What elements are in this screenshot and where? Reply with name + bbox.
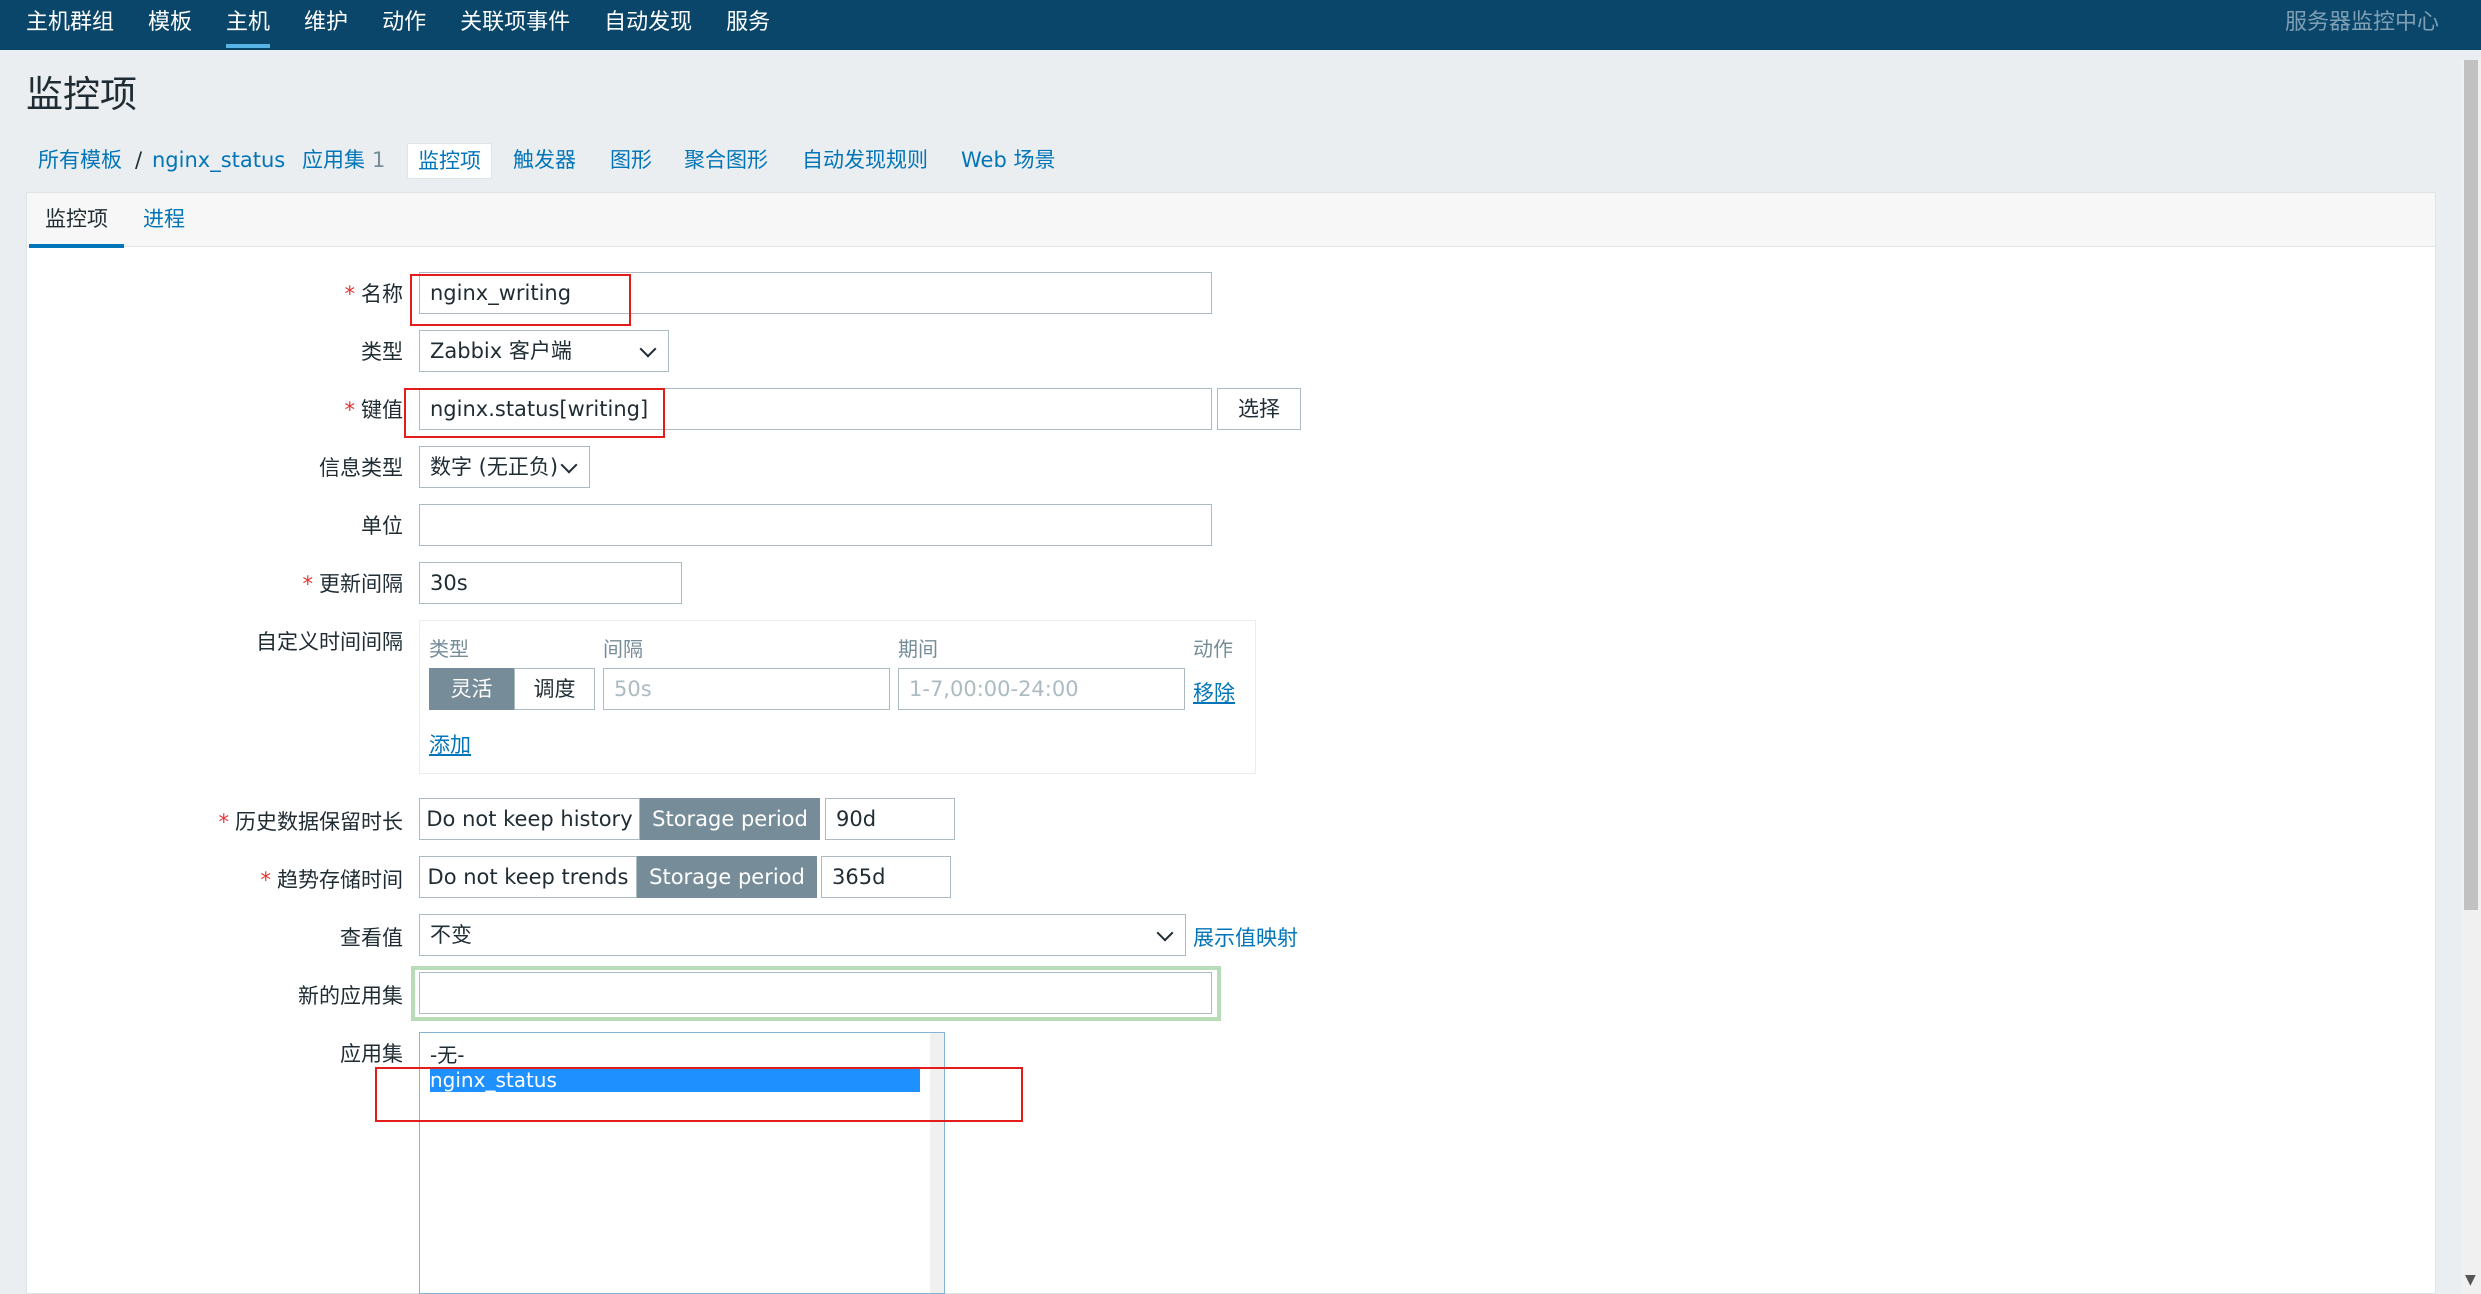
custom-period-input[interactable]: 1-7,00:00-24:00 xyxy=(898,668,1185,710)
type-label: 类型 xyxy=(361,340,403,364)
trends-storage-toggle[interactable]: Storage period xyxy=(637,856,817,898)
tab-web-scenarios[interactable]: Web 场景 xyxy=(961,143,1055,177)
custom-interval-input[interactable]: 50s xyxy=(603,668,890,710)
menu-hosts[interactable]: 主机 xyxy=(226,0,271,50)
trends-period-input[interactable]: 365d xyxy=(821,856,951,898)
show-valuemap-link[interactable]: 展示值映射 xyxy=(1193,922,1298,952)
key-label: * 键值 xyxy=(344,398,404,422)
scroll-down-icon[interactable]: ▼ xyxy=(2465,1272,2476,1288)
menu-templates[interactable]: 模板 xyxy=(148,0,192,50)
update-interval-label: * 更新间隔 xyxy=(302,572,404,596)
page-scrollbar-thumb[interactable] xyxy=(2464,60,2478,910)
info-type-label: 信息类型 xyxy=(319,456,403,480)
valuemap-label: 查看值 xyxy=(340,926,403,950)
name-label: * 名称 xyxy=(344,282,404,306)
new-application-input[interactable] xyxy=(419,972,1212,1014)
tab-discovery-rules[interactable]: 自动发现规则 xyxy=(802,143,928,177)
custom-col-interval: 间隔 xyxy=(603,637,643,661)
page-scrollbar[interactable]: ▼ xyxy=(2461,60,2481,1294)
history-label: * 历史数据保留时长 xyxy=(218,810,404,834)
history-period-input[interactable]: 90d xyxy=(825,798,955,840)
custom-col-type: 类型 xyxy=(429,637,469,661)
flexible-toggle[interactable]: 灵活 xyxy=(429,668,514,710)
custom-col-period: 期间 xyxy=(898,637,938,661)
tab-applications[interactable]: 应用集 xyxy=(302,143,365,177)
breadcrumb-all-templates[interactable]: 所有模板 xyxy=(38,143,122,177)
custom-intervals-label: 自定义时间间隔 xyxy=(256,630,403,654)
update-interval-input[interactable]: 30s xyxy=(419,562,682,604)
add-interval-link[interactable]: 添加 xyxy=(429,729,471,759)
menu-discovery[interactable]: 自动发现 xyxy=(604,0,692,50)
page-title: 监控项 xyxy=(26,73,137,116)
application-option-none[interactable]: -无- xyxy=(430,1043,464,1067)
units-input[interactable] xyxy=(419,504,1212,546)
scheduling-toggle[interactable]: 调度 xyxy=(514,668,595,710)
trends-label: * 趋势存储时间 xyxy=(260,868,404,892)
tab-screens[interactable]: 聚合图形 xyxy=(684,143,768,177)
valuemap-select[interactable]: 不变 xyxy=(419,914,1186,956)
applications-label: 应用集 xyxy=(340,1042,403,1066)
server-name: 服务器监控中心 xyxy=(2284,10,2439,35)
units-label: 单位 xyxy=(361,514,403,538)
applications-count: 1 xyxy=(372,148,386,172)
new-application-label: 新的应用集 xyxy=(298,984,403,1008)
menu-actions[interactable]: 动作 xyxy=(382,0,426,50)
highlight-name xyxy=(410,274,631,326)
history-storage-toggle[interactable]: Storage period xyxy=(640,798,820,840)
remove-interval-link[interactable]: 移除 xyxy=(1193,677,1235,707)
form-tabs: 监控项 进程 xyxy=(27,193,2435,248)
breadcrumb-template[interactable]: nginx_status xyxy=(152,143,285,177)
history-no-keep-toggle[interactable]: Do not keep history xyxy=(419,798,640,840)
tab-triggers[interactable]: 触发器 xyxy=(513,143,576,177)
select-key-button[interactable]: 选择 xyxy=(1217,388,1301,430)
info-type-select[interactable]: 数字 (无正负) xyxy=(419,446,590,488)
type-select[interactable]: Zabbix 客户端 xyxy=(419,330,669,372)
tab-preprocessing[interactable]: 进程 xyxy=(143,193,185,247)
top-navigation: 主机群组 模板 主机 维护 动作 关联项事件 自动发现 服务 服务器监控中心 xyxy=(0,0,2481,50)
tab-item[interactable]: 监控项 xyxy=(29,193,124,248)
menu-maintenance[interactable]: 维护 xyxy=(304,0,348,50)
menu-host-groups[interactable]: 主机群组 xyxy=(26,0,114,50)
breadcrumb-separator: / xyxy=(135,148,143,172)
menu-services[interactable]: 服务 xyxy=(726,0,770,50)
trends-no-keep-toggle[interactable]: Do not keep trends xyxy=(419,856,637,898)
tab-graphs[interactable]: 图形 xyxy=(610,143,652,177)
custom-col-action: 动作 xyxy=(1193,637,1233,661)
main-menu: 主机群组 模板 主机 维护 动作 关联项事件 自动发现 服务 xyxy=(26,0,804,50)
tab-items[interactable]: 监控项 xyxy=(407,143,492,179)
highlight-application xyxy=(375,1067,1023,1122)
menu-event-correlation[interactable]: 关联项事件 xyxy=(460,0,570,50)
highlight-key xyxy=(404,388,665,438)
